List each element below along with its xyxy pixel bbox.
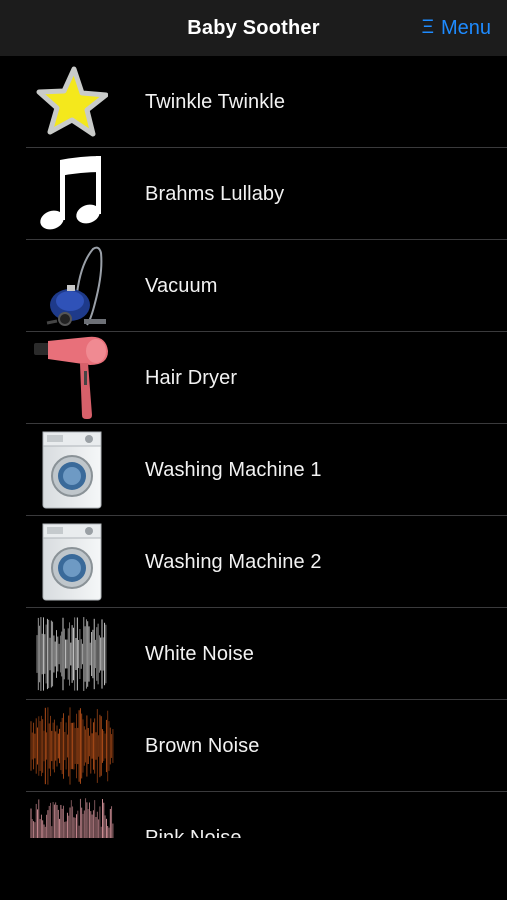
sound-label: Brown Noise [145,734,260,757]
sound-label: White Noise [145,642,254,665]
list-item[interactable]: Washing Machine 1 [0,424,507,516]
music-note-icon [26,150,118,238]
pink-noise-icon [26,794,118,838]
list-item[interactable]: Hair Dryer [0,332,507,424]
menu-button[interactable]: Ξ Menu [422,0,491,56]
menu-icon: Ξ [421,17,434,38]
hair-dryer-icon [26,334,118,422]
list-item[interactable]: White Noise [0,608,507,700]
washing-machine-icon [26,426,118,514]
sound-list[interactable]: Twinkle Twinkle Brahms Lullaby Vacuum Ha… [0,56,507,838]
star-icon [26,58,118,146]
sound-label: Hair Dryer [145,366,238,389]
list-item[interactable]: Washing Machine 2 [0,516,507,608]
vacuum-icon [26,242,118,330]
list-item[interactable]: Brown Noise [0,700,507,792]
brown-noise-icon [26,702,118,790]
list-item[interactable]: Brahms Lullaby [0,148,507,240]
list-item[interactable]: Vacuum [0,240,507,332]
list-item[interactable]: Pink Noise [0,792,507,838]
sound-label: Twinkle Twinkle [145,90,286,113]
sound-label: Washing Machine 2 [145,550,322,573]
navigation-bar: Baby Soother Ξ Menu [0,0,507,56]
sound-label: Pink Noise [145,826,242,839]
list-item[interactable]: Twinkle Twinkle [0,56,507,148]
sound-label: Brahms Lullaby [145,182,285,205]
menu-label: Menu [440,16,491,39]
sound-label: Washing Machine 1 [145,458,322,481]
white-noise-icon [26,610,118,698]
washing-machine-icon [26,518,118,606]
page-title: Baby Soother [187,16,320,39]
sound-label: Vacuum [145,274,218,297]
